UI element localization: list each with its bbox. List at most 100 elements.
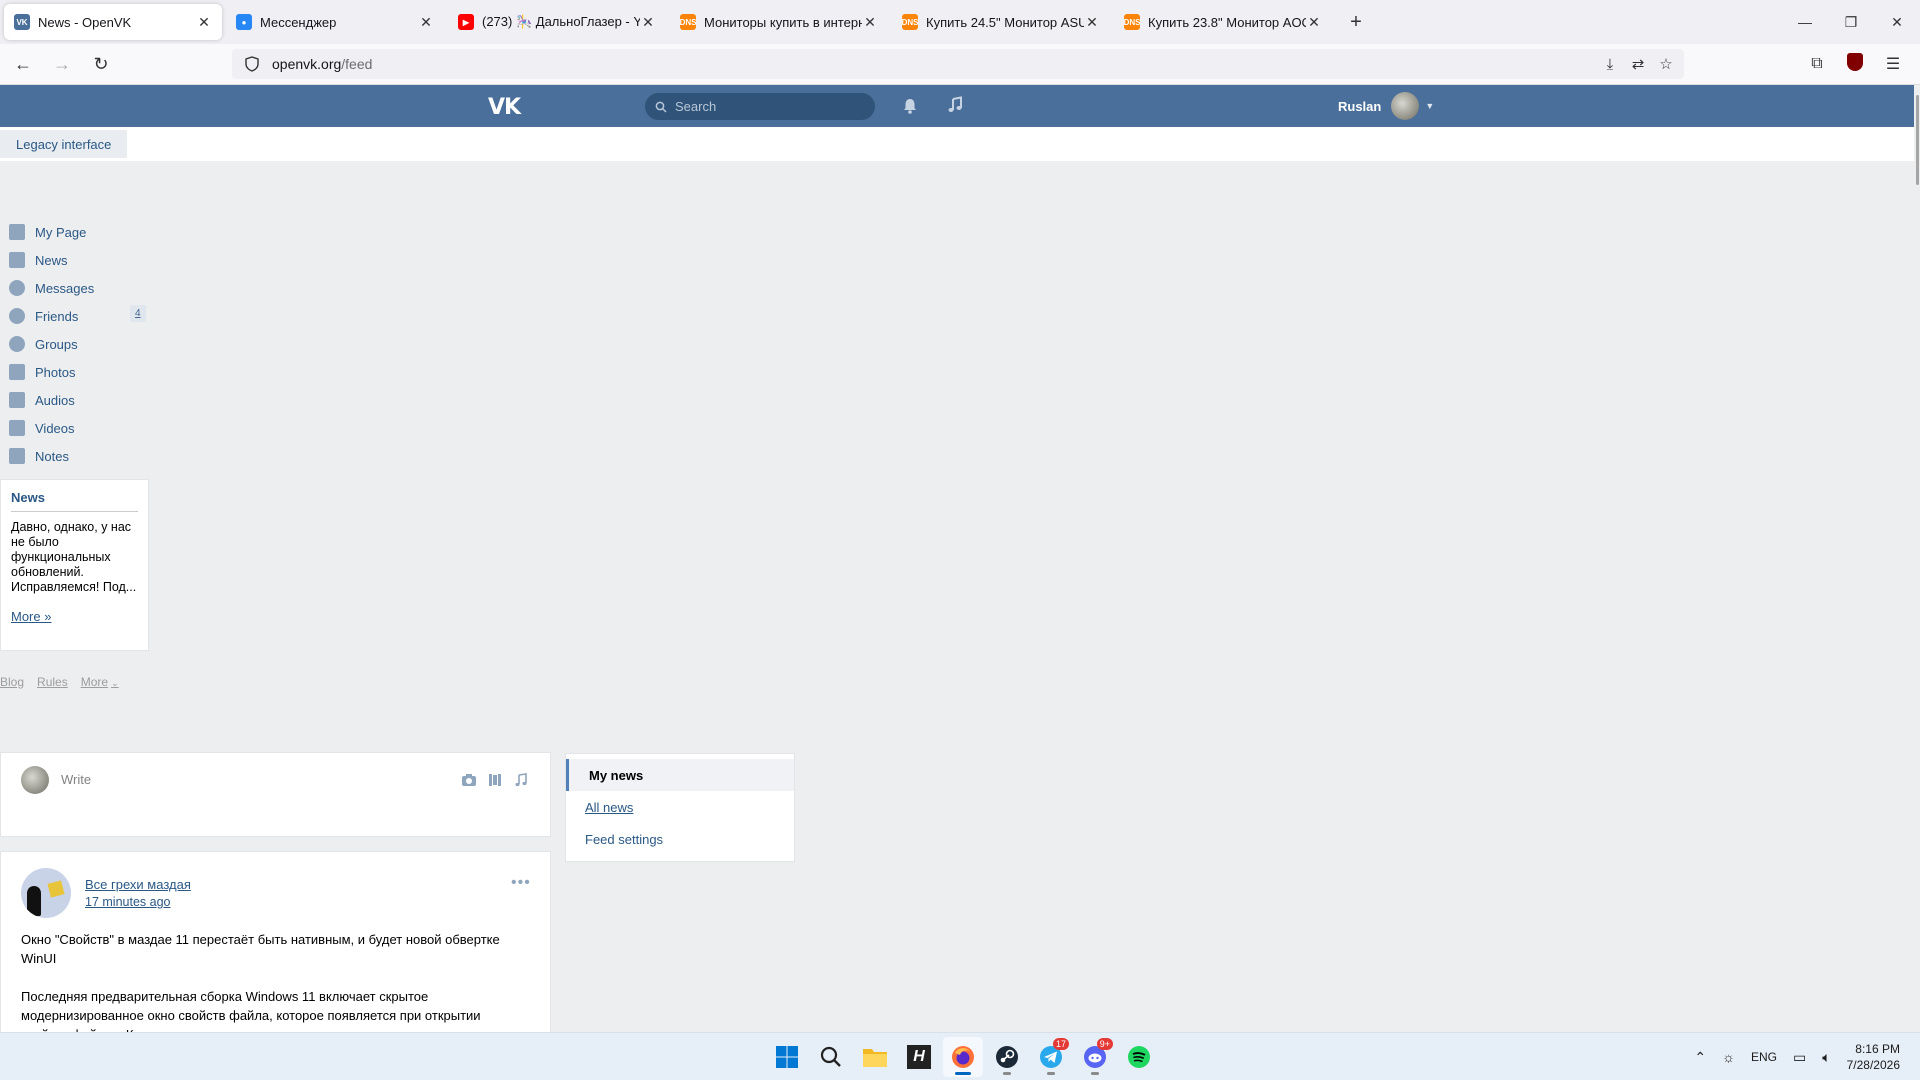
tab-dns-monitors[interactable]: DNS Мониторы купить в интернет-магазине … [670,4,888,40]
close-tab-icon[interactable]: ✕ [418,14,434,31]
hacknplan-icon[interactable]: H [899,1037,939,1077]
forward-button[interactable]: → [46,48,78,80]
legacy-interface-button[interactable]: Legacy interface [0,130,128,158]
dns-icon: DNS [1124,14,1140,30]
firefox-icon[interactable] [943,1037,983,1077]
page-scrollbar[interactable] [1914,85,1920,1030]
tab-youtube[interactable]: ▶ (273) 🎠 ДальноГлазер - YouTube ✕ [448,4,666,40]
my-news-tab[interactable]: My news [566,759,794,791]
steam-icon[interactable] [987,1037,1027,1077]
footer-links: Blog Rules More ⌄ [0,675,145,689]
video-icon[interactable] [482,771,508,789]
discord-badge: 9+ [1096,1038,1113,1050]
groups-icon [9,336,25,352]
tab-dns-aoc[interactable]: DNS Купить 23.8" Монитор AOC 24G ✕ [1114,4,1332,40]
sidebar-item-label: Photos [35,364,76,380]
back-button[interactable]: ← [7,48,39,80]
more-link[interactable]: More ⌄ [81,675,132,689]
menu-hamburger-icon[interactable]: ☰ [1874,54,1912,74]
sidebar-item-label: News [35,252,68,268]
translate-icon[interactable]: ⇄ [1624,55,1652,73]
post-composer: Write [0,752,551,837]
ublock-icon[interactable] [1836,52,1874,76]
sidebar-item-label: Videos [35,420,75,436]
tab-messenger[interactable]: ● Мессенджер ✕ [226,4,444,40]
avatar [21,766,49,794]
sidebar-item-my-page[interactable]: My Page [0,218,150,246]
telegram-icon[interactable]: 17 [1031,1037,1071,1077]
bookmark-star-icon[interactable]: ☆ [1652,55,1680,73]
blog-link[interactable]: Blog [0,675,24,689]
sidebar-item-messages[interactable]: Messages [0,274,150,302]
close-tab-icon[interactable]: ✕ [196,14,212,31]
sidebar-item-label: Notes [35,448,69,464]
network-icon[interactable]: ▭ [1793,1049,1806,1066]
url-actions: ⤓ ⇄ ☆ [1596,49,1680,79]
write-post-input[interactable]: Write [61,772,91,787]
friends-count-badge[interactable]: 4 [130,305,146,322]
brightness-icon[interactable]: ☼ [1722,1049,1735,1065]
photos-icon [9,364,25,380]
windows-start-icon[interactable] [767,1037,807,1077]
sidebar-item-friends[interactable]: Friends 4 [0,302,150,330]
camera-icon[interactable] [456,771,482,789]
reload-button[interactable]: ↻ [85,48,117,80]
news-more-link[interactable]: More » [11,609,51,624]
chevron-up-icon[interactable]: ⌃ [1694,1049,1706,1066]
clock-date: 7/28/2026 [1846,1058,1900,1072]
url-host: openvk.org [272,56,342,72]
music-icon[interactable] [945,95,965,115]
user-name: Ruslan [1338,98,1382,114]
chevron-down-icon: ▼ [1425,101,1435,111]
sidebar-item-photos[interactable]: Photos [0,358,150,386]
tab-title: News - OpenVK [38,14,132,30]
bell-icon[interactable] [900,96,920,116]
sidebar-item-label: Messages [35,280,95,296]
sidebar-item-audios[interactable]: Audios [0,386,150,414]
post-author-link[interactable]: Все грехи маздая [85,877,191,892]
post-time-link[interactable]: 17 minutes ago [85,895,170,909]
sidebar-item-videos[interactable]: Videos [0,414,150,442]
window-controls: — ❐ ✕ [1782,0,1920,44]
close-tab-icon[interactable]: ✕ [1084,14,1100,31]
search-input[interactable] [675,99,855,114]
spotify-icon[interactable] [1119,1037,1159,1077]
rules-link[interactable]: Rules [37,675,68,689]
close-tab-icon[interactable]: ✕ [640,14,656,31]
sidebar-item-groups[interactable]: Groups [0,330,150,358]
language-indicator[interactable]: ENG [1751,1050,1777,1064]
volume-icon[interactable]: 🔈︎ [1822,1049,1830,1066]
tab-openvk[interactable]: VK News - OpenVK ✕ [4,4,222,40]
user-menu[interactable]: Ruslan ▼ [1338,92,1434,120]
new-tab-button[interactable]: + [1340,6,1372,38]
all-news-tab[interactable]: All news [566,791,794,823]
vk-logo[interactable]: VK [488,95,521,120]
feed-settings-link[interactable]: Feed settings [566,823,794,855]
close-window-button[interactable]: ✕ [1874,0,1920,44]
vk-icon: VK [14,14,30,30]
tab-dns-asus[interactable]: DNS Купить 24.5" Монитор ASUS ROG ✕ [892,4,1110,40]
discord-icon[interactable]: 9+ [1075,1037,1115,1077]
taskbar-apps: H 17 9+ [767,1037,1163,1077]
search-box[interactable] [645,93,875,120]
download-page-icon[interactable]: ⤓ [1596,56,1624,73]
more-options-icon[interactable]: ••• [511,874,531,892]
tab-title: Мониторы купить в интернет-магазине [704,14,862,30]
music-icon[interactable] [508,771,534,789]
close-tab-icon[interactable]: ✕ [1306,14,1322,31]
group-avatar[interactable] [21,868,71,918]
sidebar-item-news[interactable]: News [0,246,150,274]
sidebar-item-notes[interactable]: Notes [0,442,150,470]
scrollbar-thumb[interactable] [1916,95,1919,185]
clock[interactable]: 8:16 PM 7/28/2026 [1847,1041,1900,1073]
search-icon [655,101,667,113]
sidebar-item-label: My Page [35,224,87,240]
url-path: /feed [341,56,373,72]
extensions-icon[interactable]: ⧉ [1798,55,1836,73]
close-tab-icon[interactable]: ✕ [862,14,878,31]
restore-button[interactable]: ❐ [1828,0,1874,44]
minimize-button[interactable]: — [1782,0,1828,44]
address-bar[interactable]: openvk.org/feed ⤓ ⇄ ☆ [232,49,1684,79]
search-icon[interactable] [811,1037,851,1077]
file-explorer-icon[interactable] [855,1037,895,1077]
